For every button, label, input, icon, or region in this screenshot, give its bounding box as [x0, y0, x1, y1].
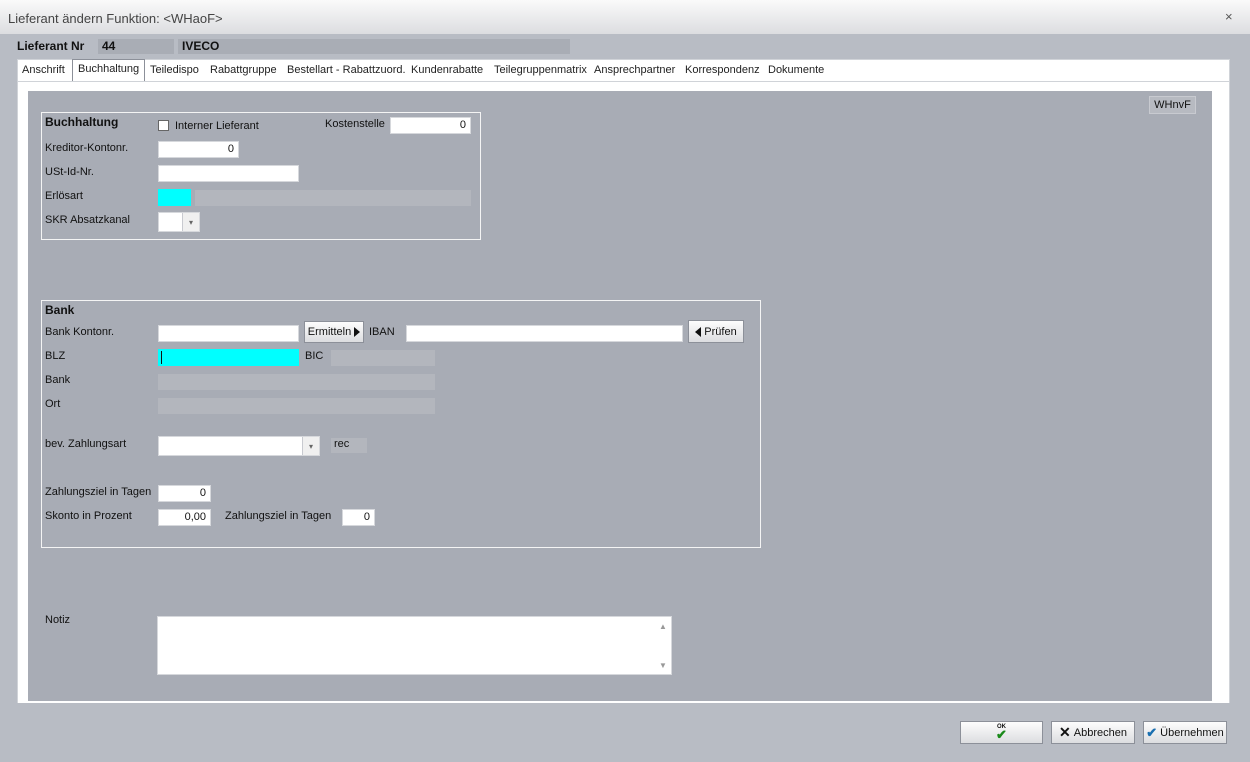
erloesart-input[interactable]: [158, 189, 191, 206]
ustid-input[interactable]: [158, 165, 299, 182]
play-left-icon: [695, 326, 702, 337]
pruefen-label: Prüfen: [704, 325, 737, 338]
skonto-label: Skonto in Prozent: [45, 510, 132, 522]
title-bar: Lieferant ändern Funktion: <WHaoF> ×: [0, 0, 1250, 35]
chevron-down-icon[interactable]: ▾: [302, 437, 319, 455]
tab-anschrift[interactable]: Anschrift: [22, 64, 65, 76]
interner-lieferant-checkbox[interactable]: [158, 120, 169, 131]
apply-check-icon: ✔: [1146, 724, 1158, 740]
scroll-down-icon[interactable]: ▼: [659, 661, 667, 670]
zahlungsart-label: bev. Zahlungsart: [45, 438, 127, 450]
supplier-nr-value: 44: [98, 39, 174, 54]
supplier-header: Lieferant Nr 44 IVECO: [0, 34, 1250, 60]
notiz-label: Notiz: [45, 614, 71, 626]
bic-label: BIC: [305, 350, 324, 362]
uebernehmen-label: Übernehmen: [1160, 726, 1224, 739]
ermitteln-button[interactable]: Ermitteln: [304, 321, 364, 343]
scroll-up-icon[interactable]: ▲: [659, 622, 667, 631]
kostenstelle-label: Kostenstelle: [325, 118, 385, 130]
play-right-icon: [354, 327, 361, 337]
tab-teiledispo[interactable]: Teiledispo: [150, 64, 199, 76]
ort-value: [158, 398, 435, 414]
bank-title: Bank: [45, 303, 75, 317]
erloesart-label: Erlösart: [45, 190, 83, 202]
skonto-zahlungsziel-input[interactable]: 0: [342, 509, 375, 526]
ort-label: Ort: [45, 398, 61, 410]
abbrechen-label: Abbrechen: [1073, 726, 1127, 739]
buchhaltung-title: Buchhaltung: [45, 115, 119, 129]
window-title: Lieferant ändern Funktion: <WHaoF>: [8, 11, 223, 26]
skonto-input[interactable]: 0,00: [158, 509, 211, 526]
tab-buchhaltung[interactable]: Buchhaltung: [72, 59, 146, 81]
abbrechen-button[interactable]: ✕ Abbrechen: [1051, 721, 1135, 744]
kreditor-input[interactable]: 0: [158, 141, 239, 158]
rec-field: rec: [331, 438, 367, 453]
pruefen-button[interactable]: Prüfen: [688, 320, 744, 343]
tab-bestellart[interactable]: Bestellart - Rabattzuord.: [287, 64, 406, 76]
bank-name-label: Bank: [45, 374, 71, 386]
tab-rabattgruppe[interactable]: Rabattgruppe: [210, 64, 277, 76]
kostenstelle-input[interactable]: 0: [390, 117, 471, 134]
ustid-label: USt-Id-Nr.: [45, 166, 94, 178]
notiz-scrollbar[interactable]: ▲ ▼: [656, 617, 671, 674]
kreditor-label: Kreditor-Kontonr.: [45, 142, 129, 154]
text-cursor: [161, 351, 162, 364]
zahlungsart-select[interactable]: ▾: [158, 436, 320, 456]
tab-korrespondenz[interactable]: Korrespondenz: [685, 64, 760, 76]
blz-input[interactable]: [158, 349, 299, 366]
interner-lieferant-label: Interner Lieferant: [175, 120, 259, 132]
tab-teilegruppenmatrix[interactable]: Teilegruppenmatrix: [494, 64, 587, 76]
supplier-nr-label: Lieferant Nr: [17, 39, 85, 53]
cancel-x-icon: ✕: [1059, 724, 1071, 740]
skonto-zahlungsziel-label: Zahlungsziel in Tagen: [225, 510, 332, 522]
zahlungsziel-label: Zahlungsziel in Tagen: [45, 486, 152, 498]
tab-dokumente[interactable]: Dokumente: [768, 64, 824, 76]
bic-value: [331, 350, 435, 366]
close-icon[interactable]: ×: [1225, 9, 1233, 24]
skr-label: SKR Absatzkanal: [45, 214, 130, 226]
iban-label: IBAN: [369, 326, 395, 338]
iban-input[interactable]: [406, 325, 683, 342]
erloesart-description: [195, 190, 471, 206]
ok-check-icon: OK ✔: [996, 724, 1007, 742]
tab-strip: Anschrift Buchhaltung Teiledispo Rabattg…: [17, 59, 1230, 82]
skr-select[interactable]: ▾: [158, 212, 200, 232]
chevron-down-icon[interactable]: ▾: [182, 213, 199, 231]
bank-kontonr-label: Bank Kontonr.: [45, 326, 115, 338]
tab-kundenrabatte[interactable]: Kundenrabatte: [411, 64, 483, 76]
notiz-textarea[interactable]: ▲ ▼: [157, 616, 672, 675]
supplier-name-value: IVECO: [178, 39, 570, 54]
uebernehmen-button[interactable]: ✔ Übernehmen: [1143, 721, 1227, 744]
ermitteln-label: Ermitteln: [307, 326, 352, 338]
tab-ansprechpartner[interactable]: Ansprechpartner: [594, 64, 675, 76]
blz-label: BLZ: [45, 350, 66, 362]
zahlungsziel-input[interactable]: 0: [158, 485, 211, 502]
form-code-badge: WHnvF: [1149, 96, 1196, 114]
bank-name-value: [158, 374, 435, 390]
ok-button[interactable]: OK ✔: [960, 721, 1043, 744]
bank-kontonr-input[interactable]: [158, 325, 299, 342]
